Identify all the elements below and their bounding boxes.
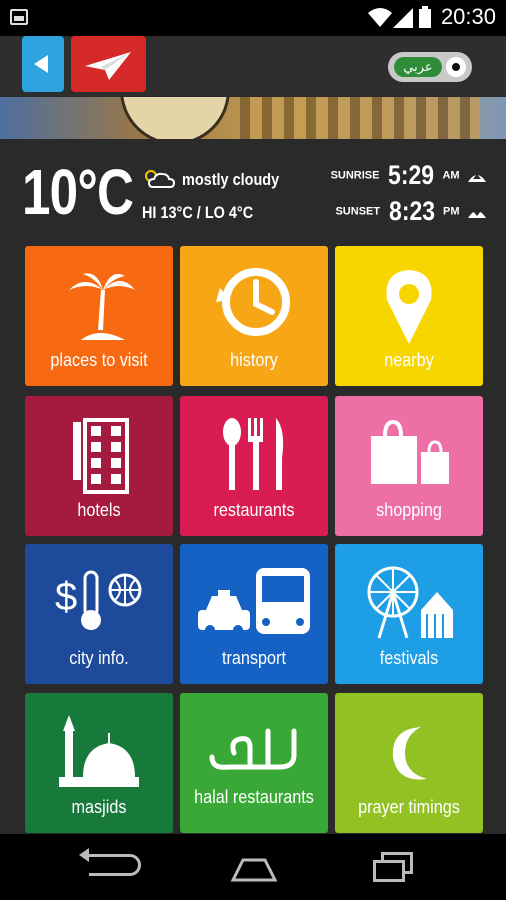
nav-back-icon[interactable]	[79, 848, 141, 876]
clock-icon	[216, 268, 290, 336]
hi-lo-temp: HI 13°C / LO 4°C	[142, 203, 253, 223]
tile-places-to-visit[interactable]: places to visit	[25, 246, 173, 386]
tile-label: masjids	[71, 797, 127, 817]
app-logo-button[interactable]	[71, 36, 146, 92]
tile-label: shopping	[376, 500, 442, 520]
tile-city-info[interactable]: $ city info.	[25, 544, 173, 684]
halal-icon	[209, 728, 297, 770]
signal-icon	[393, 8, 413, 28]
sunset-time: 8:23	[388, 196, 435, 226]
sunrise-row: SUNRISE 5:29 AM	[331, 160, 486, 191]
sunrise-label: SUNRISE	[330, 169, 380, 182]
tile-halal-restaurants[interactable]: halal restaurants	[180, 693, 328, 833]
hotel-building-icon	[73, 418, 129, 494]
system-nav-bar	[0, 834, 506, 900]
crescent-moon-icon	[392, 727, 427, 780]
nav-recent-apps-icon[interactable]	[373, 852, 417, 882]
tile-label: prayer timings	[358, 797, 460, 817]
tile-label: hotels	[77, 500, 121, 520]
tile-transport[interactable]: transport	[180, 544, 328, 684]
clock-tower-image	[120, 97, 230, 139]
tile-label: nearby	[384, 350, 434, 370]
sunrise-icon	[468, 173, 486, 182]
tile-label: halal restaurants	[194, 787, 314, 807]
tile-restaurants[interactable]: restaurants	[180, 396, 328, 536]
city-banner-image	[0, 97, 506, 139]
wifi-icon	[368, 8, 392, 27]
lo-temp: / LO 4°C	[196, 203, 254, 222]
tile-hotels[interactable]: hotels	[25, 396, 173, 536]
ferris-wheel-icon	[367, 566, 453, 639]
back-button[interactable]	[22, 36, 64, 92]
sunset-ampm: PM	[443, 205, 460, 218]
sunset-row: SUNSET 8:23 PM	[335, 196, 486, 227]
toggle-knob	[446, 57, 466, 77]
mosque-icon	[59, 715, 139, 787]
tile-label: festivals	[379, 648, 439, 668]
tile-label: transport	[222, 648, 286, 668]
transport-icon	[198, 568, 310, 635]
tile-label: city info.	[69, 648, 129, 668]
hi-temp: HI 13°C	[142, 203, 193, 222]
tile-nearby[interactable]: nearby	[335, 246, 483, 386]
shopping-bag-icon	[371, 419, 449, 484]
sunrise-time: 5:29	[387, 160, 434, 190]
tile-label: restaurants	[213, 500, 295, 520]
tile-label: places to visit	[50, 350, 148, 370]
nav-home-icon[interactable]	[229, 852, 279, 882]
weather-condition: mostly cloudy	[182, 170, 280, 189]
city-info-icon: $	[55, 570, 142, 630]
language-label: عربي	[394, 57, 442, 77]
paper-plane-icon	[85, 52, 131, 80]
tile-shopping[interactable]: shopping	[335, 396, 483, 536]
weather-panel: 10°C mostly cloudy HI 13°C / LO 4°C SUNR…	[0, 140, 506, 244]
sunset-label: SUNSET	[335, 205, 381, 218]
status-bar: 20:30	[0, 0, 506, 36]
image-notification-icon	[10, 9, 28, 25]
location-pin-icon	[386, 270, 432, 344]
cloudy-icon	[145, 170, 176, 188]
battery-icon	[419, 6, 431, 28]
palm-tree-icon	[69, 273, 135, 340]
sunrise-ampm: AM	[442, 169, 460, 182]
tile-prayer-timings[interactable]: prayer timings	[335, 693, 483, 833]
cutlery-icon	[223, 418, 284, 490]
language-toggle[interactable]: عربي	[388, 52, 472, 82]
svg-text:$: $	[55, 575, 77, 619]
tile-history[interactable]: history	[180, 246, 328, 386]
tile-festivals[interactable]: festivals	[335, 544, 483, 684]
sunset-icon	[468, 210, 486, 218]
temperature: 10°C	[22, 156, 134, 228]
tile-masjids[interactable]: masjids	[25, 693, 173, 833]
tile-label: history	[230, 350, 278, 370]
clock-time: 20:30	[440, 4, 496, 29]
